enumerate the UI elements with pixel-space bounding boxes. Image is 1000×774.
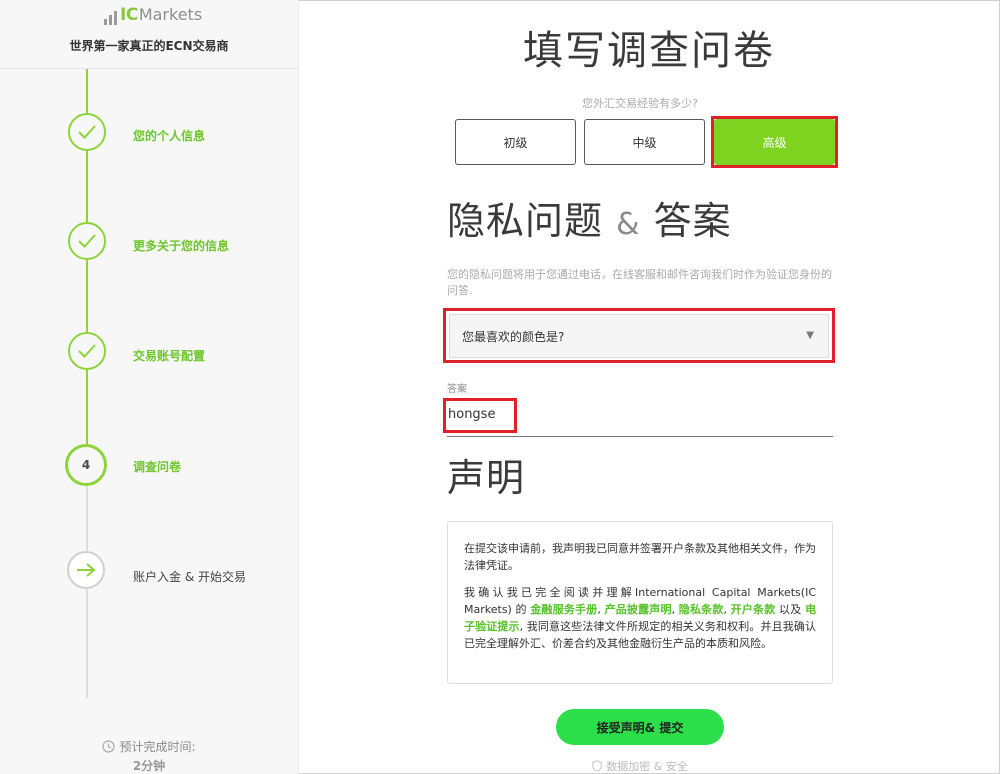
security-title-part2: 答案 <box>653 199 732 243</box>
product-disclosure-link[interactable]: 产品披露声明 <box>605 603 672 616</box>
level-advanced-button[interactable]: 高级 <box>714 119 835 165</box>
experience-question: 您外汇交易经验有多少? <box>582 97 698 110</box>
step-5-label: 账户入金 & 开始交易 <box>133 570 246 584</box>
brand-tagline: 世界第一家真正的ECN交易商 <box>69 39 229 53</box>
eta-label: 预计完成时间: <box>119 740 196 754</box>
privacy-policy-link[interactable]: 隐私条款 <box>679 603 724 616</box>
declaration-separator: , <box>723 603 731 616</box>
step-4-circle: 4 <box>65 444 107 486</box>
step-2-label[interactable]: 更多关于您的信息 <box>133 237 229 254</box>
checkmark-icon <box>78 234 96 248</box>
step-3-label[interactable]: 交易账号配置 <box>133 347 205 364</box>
checkmark-icon <box>78 344 96 358</box>
financial-services-guide-link[interactable]: 金融服务手册 <box>530 603 597 616</box>
step-1-label[interactable]: 您的个人信息 <box>133 127 205 144</box>
security-title-part1: 隐私问题 <box>447 199 604 243</box>
progress-track-remaining <box>86 486 88 698</box>
step-1-circle <box>68 113 106 151</box>
declaration-paragraph-2: 我确认我已完全阅读并理解International Capital Market… <box>464 584 816 652</box>
estimated-time: 预计完成时间: 2分钟 <box>0 738 298 774</box>
declaration-separator: , <box>597 603 605 616</box>
logo-ic-text: IC <box>120 5 138 25</box>
declaration-box: 在提交该申请前，我声明我已同意并签署开户条款及其他相关文件，作为法律凭证。 我确… <box>447 521 833 684</box>
security-question-select[interactable]: 您最喜欢的颜色是? ▼ <box>449 314 829 358</box>
arrow-right-icon <box>77 563 96 577</box>
declaration-title: 声明 <box>447 456 526 500</box>
security-title-amp: & <box>616 207 641 242</box>
ic-markets-logo: IC Markets <box>104 5 202 25</box>
logo-bars-icon <box>104 11 117 25</box>
logo-markets-text: Markets <box>138 5 203 24</box>
answer-input[interactable] <box>447 403 833 437</box>
checkmark-icon <box>78 125 96 139</box>
declaration-paragraph-1: 在提交该申请前，我声明我已同意并签署开户条款及其他相关文件，作为法律凭证。 <box>464 542 816 572</box>
secure-note-text: 数据加密 & 安全 <box>606 760 688 773</box>
account-terms-link[interactable]: 开户条款 <box>731 603 776 616</box>
step-2-circle <box>68 222 106 260</box>
security-question-value: 您最喜欢的颜色是? <box>462 329 565 344</box>
eta-value: 2分钟 <box>132 759 166 773</box>
step-3-circle <box>68 332 106 370</box>
declaration-separator: , <box>671 603 679 616</box>
step-4-number: 4 <box>81 458 91 472</box>
level-intermediate-button[interactable]: 中级 <box>584 119 705 165</box>
clock-icon <box>102 740 116 753</box>
page-title: 填写调查问卷 <box>523 28 775 74</box>
security-section-title: 隐私问题 & 答案 <box>447 190 732 245</box>
step-4-label: 调查问卷 <box>133 460 182 474</box>
level-beginner-button[interactable]: 初级 <box>455 119 576 165</box>
shield-icon <box>592 760 602 772</box>
dropdown-triangle-icon: ▼ <box>806 330 814 341</box>
accept-submit-button[interactable]: 接受声明& 提交 <box>556 709 724 745</box>
secure-note: 数据加密 & 安全 <box>556 758 724 774</box>
sidebar-divider <box>0 68 298 69</box>
step-5-circle <box>67 551 105 589</box>
sidebar: IC Markets 世界第一家真正的ECN交易商 您的个人信息 更多关于您的信… <box>0 0 299 774</box>
answer-label: 答案 <box>447 384 467 395</box>
declaration-text: 以及 <box>775 603 806 616</box>
security-description: 您的隐私问题将用于您通过电话，在线客服和邮件咨询我们时作为验证您身份的问答. <box>447 268 832 297</box>
